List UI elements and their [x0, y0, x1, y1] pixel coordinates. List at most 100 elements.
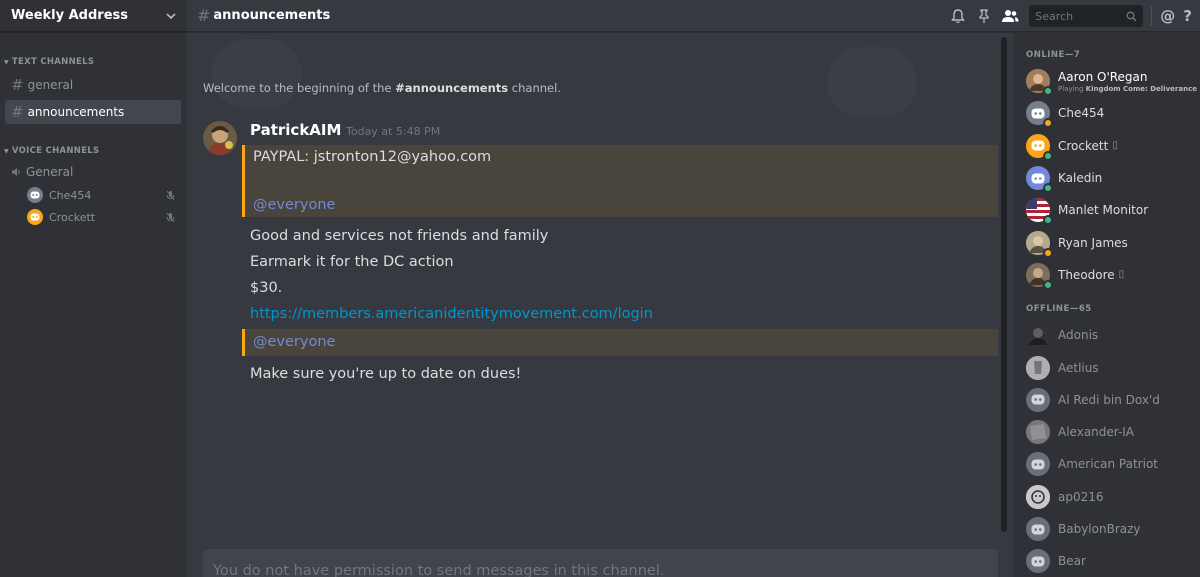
- message-timestamp: Today at 5:48 PM: [346, 125, 441, 138]
- discord-logo-icon: [1031, 394, 1045, 405]
- member-name: Crockett ▯: [1058, 138, 1118, 153]
- offline-header: OFFLINE—65: [1026, 304, 1092, 315]
- discord-window: Weekly Address ▼ TEXT CHANNELS # general…: [0, 0, 1200, 577]
- avatar: [1026, 355, 1050, 380]
- mic-muted-icon: [166, 212, 175, 222]
- channel-label: announcements: [27, 105, 125, 119]
- member-name: BabylonBrazy: [1058, 522, 1141, 536]
- member-item[interactable]: Alexander-IA: [1013, 416, 1200, 448]
- mention-highlight: PAYPAL: jstronton12@yahoo.com @everyone: [242, 145, 998, 217]
- channel-general[interactable]: # general: [5, 73, 181, 97]
- author-avatar[interactable]: [203, 121, 237, 155]
- search-input[interactable]: [1035, 9, 1126, 23]
- member-name: Manlet Monitor: [1058, 203, 1149, 218]
- member-activity: Playing Kingdom Come: Deliverance: [1058, 84, 1197, 93]
- avatar: [27, 209, 43, 225]
- everyone-mention[interactable]: @everyone: [245, 329, 998, 356]
- avatar: [1026, 198, 1053, 226]
- message-area: Welcome to the beginning of the #announc…: [187, 33, 1013, 577]
- channel-welcome: Welcome to the beginning of the #announc…: [203, 81, 561, 95]
- discord-logo-icon: [1031, 173, 1045, 184]
- mobile-icon: ▯: [1112, 140, 1118, 152]
- discord-logo-icon: [1031, 556, 1045, 567]
- welcome-decoration: [212, 39, 302, 109]
- everyone-mention[interactable]: @everyone: [245, 193, 998, 217]
- member-name: Bear: [1058, 554, 1086, 569]
- member-name: Ryan James: [1058, 235, 1128, 250]
- member-item[interactable]: ap0216: [1013, 481, 1200, 513]
- status-online-icon: [1043, 183, 1053, 194]
- voice-user[interactable]: Crockett: [0, 206, 187, 228]
- member-item[interactable]: Aetlius: [1013, 351, 1200, 383]
- mic-muted-icon: [166, 190, 175, 200]
- members-icon[interactable]: [1001, 7, 1019, 25]
- avatar: [1026, 133, 1053, 161]
- member-item[interactable]: Al Redi bin Dox'd: [1013, 384, 1200, 416]
- avatar: [1026, 452, 1050, 477]
- voice-user[interactable]: Che454: [0, 184, 187, 206]
- member-name: Adonis: [1058, 328, 1099, 343]
- avatar: [27, 187, 43, 203]
- hash-icon: #: [197, 6, 211, 25]
- category-label: VOICE CHANNELS: [11, 146, 100, 156]
- message-link[interactable]: https://members.americanidentitymovement…: [242, 301, 998, 327]
- member-name: ap0216: [1058, 489, 1104, 504]
- discord-logo-icon: [30, 191, 40, 199]
- welcome-channel-name: #announcements: [395, 81, 509, 95]
- message-author[interactable]: PatrickAIM: [250, 121, 341, 139]
- avatar: [1026, 387, 1050, 412]
- mentions-icon[interactable]: @: [1160, 7, 1175, 25]
- pin-icon[interactable]: [975, 7, 993, 25]
- message-line: Earmark it for the DC action: [250, 254, 454, 270]
- hash-icon: #: [11, 103, 24, 121]
- member-item[interactable]: Ryan James: [1013, 226, 1200, 258]
- member-name: Al Redi bin Dox'd: [1058, 392, 1160, 407]
- message-line: PAYPAL: jstronton12@yahoo.com: [253, 149, 492, 165]
- member-name: Aetlius: [1058, 360, 1099, 375]
- voice-channel-general[interactable]: General: [5, 160, 181, 184]
- bell-icon[interactable]: [949, 7, 967, 25]
- member-item[interactable]: American Patriot: [1013, 448, 1200, 480]
- member-name: Alexander-IA: [1058, 425, 1135, 440]
- channel-title: announcements: [213, 8, 331, 23]
- collapse-arrow-icon: ▼: [4, 147, 9, 155]
- search-bar[interactable]: [1029, 5, 1144, 27]
- message-line: Good and services not friends and family: [250, 228, 549, 244]
- avatar: [1026, 166, 1053, 194]
- member-item[interactable]: Manlet Monitor: [1013, 194, 1200, 226]
- mention-highlight: @everyone: [242, 329, 998, 356]
- member-item[interactable]: Theodore ▯: [1013, 259, 1200, 291]
- discord-logo-icon: [1031, 108, 1045, 119]
- channel-label: General: [26, 165, 74, 179]
- channel-announcements[interactable]: # announcements: [5, 100, 181, 124]
- member-item[interactable]: Adonis: [1013, 319, 1200, 351]
- scrollbar[interactable]: [1001, 37, 1007, 532]
- discord-logo-icon: [1031, 140, 1045, 151]
- server-header[interactable]: Weekly Address: [0, 0, 187, 32]
- avatar: [1026, 262, 1053, 290]
- member-item[interactable]: Che454: [1013, 97, 1200, 129]
- voice-user-name: Crockett: [49, 210, 96, 224]
- message-input-disabled: You do not have permission to send messa…: [203, 549, 998, 577]
- server-name: Weekly Address: [11, 8, 128, 23]
- member-item[interactable]: Crockett ▯: [1013, 130, 1200, 162]
- avatar: [1026, 230, 1053, 258]
- member-item[interactable]: Aaron O'Regan Playing Kingdom Come: Deli…: [1013, 65, 1200, 97]
- channel-label: general: [27, 78, 74, 92]
- message-line: Make sure you're up to date on dues!: [250, 366, 522, 382]
- status-idle-icon: [1043, 118, 1053, 129]
- avatar: [1026, 549, 1050, 574]
- discord-logo-icon: [1031, 459, 1045, 470]
- category-label: TEXT CHANNELS: [11, 57, 95, 67]
- status-online-icon: [1043, 279, 1053, 290]
- avatar: [1026, 101, 1053, 129]
- member-name: Kaledin: [1058, 171, 1103, 186]
- member-item[interactable]: Kaledin: [1013, 162, 1200, 194]
- help-icon[interactable]: ?: [1183, 7, 1192, 25]
- text-channels-category[interactable]: ▼ TEXT CHANNELS: [0, 55, 187, 69]
- voice-channels-category[interactable]: ▼ VOICE CHANNELS: [0, 144, 187, 158]
- member-item[interactable]: BabylonBrazy: [1013, 513, 1200, 545]
- discord-logo-icon: [30, 213, 40, 221]
- member-item[interactable]: Bear: [1013, 545, 1200, 577]
- mobile-icon: ▯: [1118, 269, 1125, 281]
